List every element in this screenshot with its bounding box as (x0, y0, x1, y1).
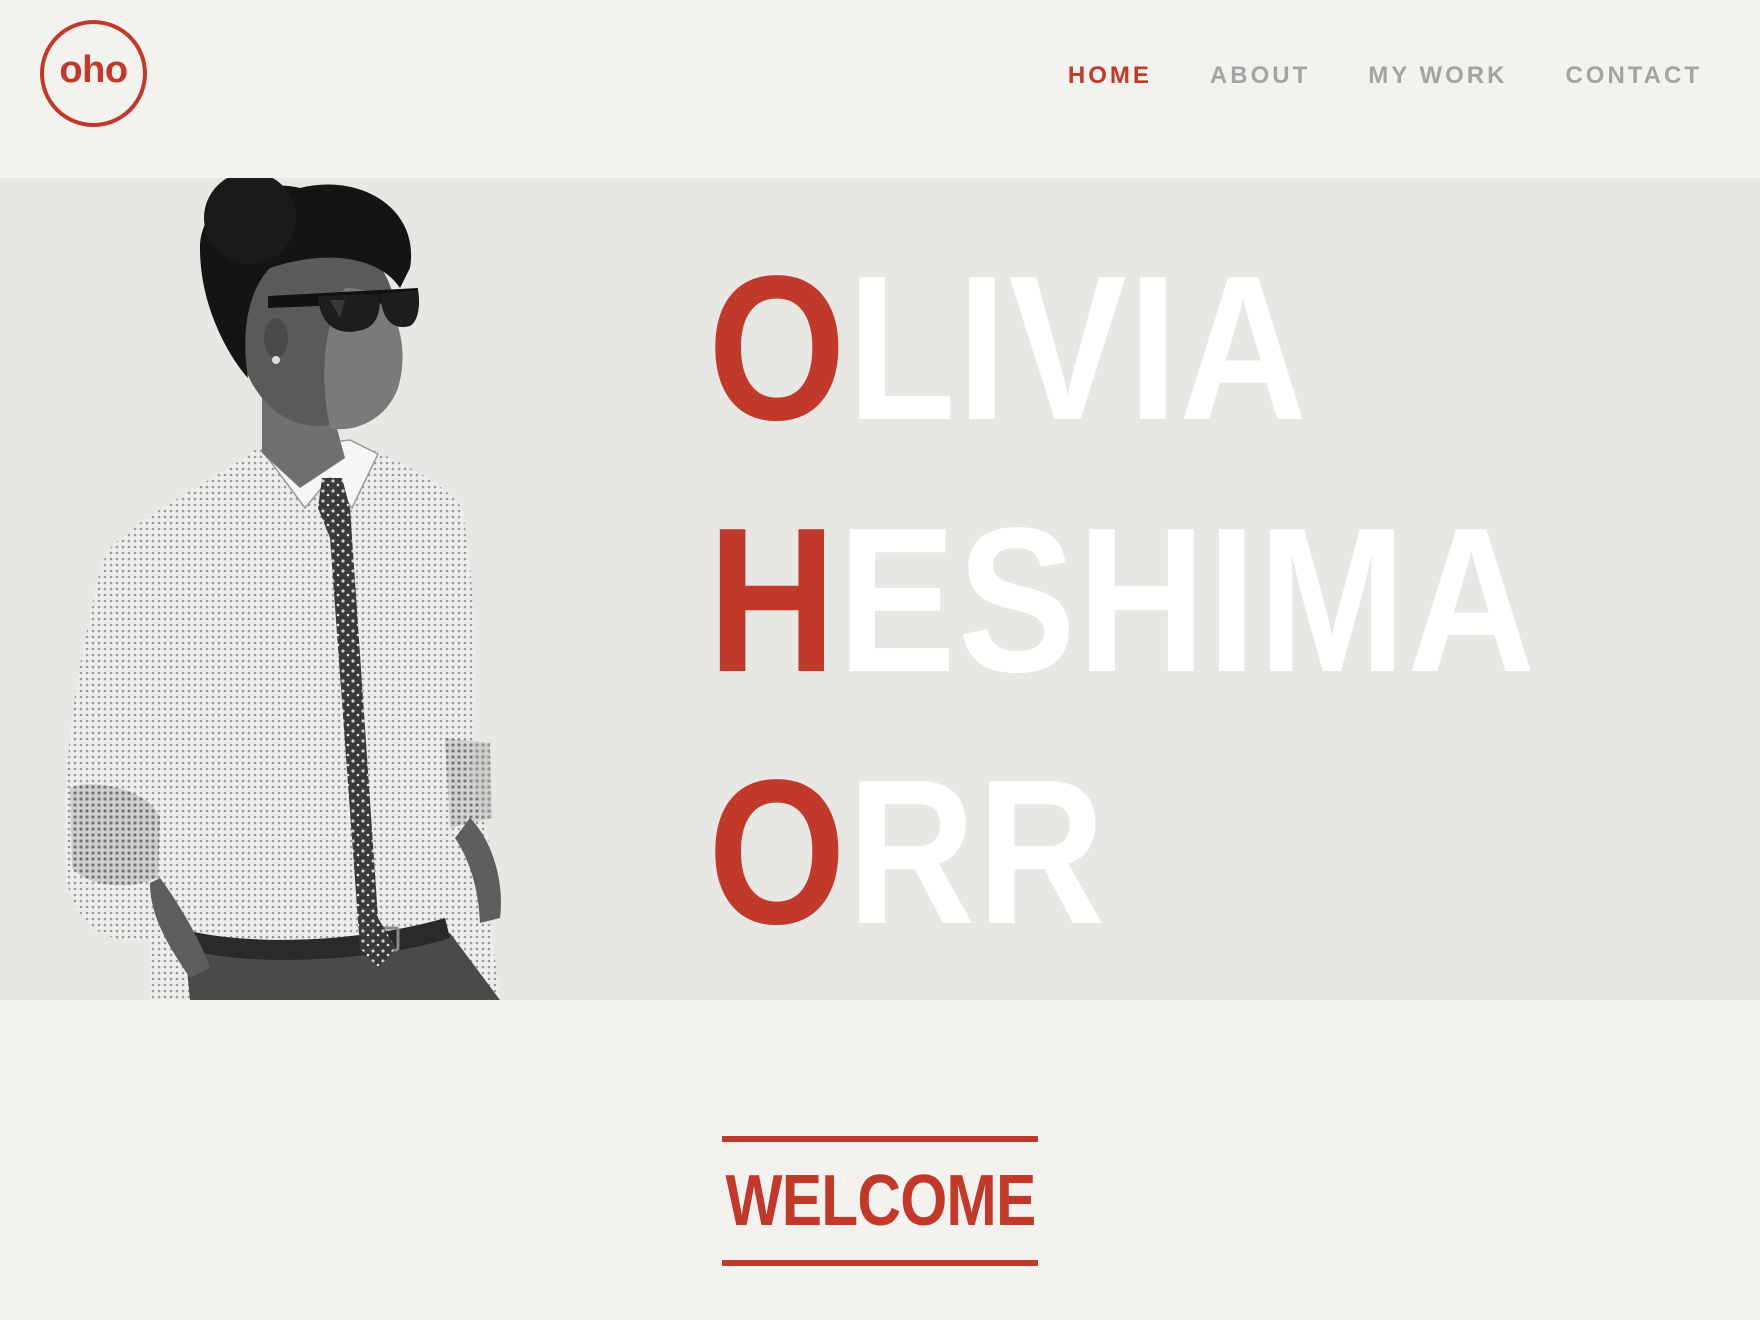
site-header: oho HOME ABOUT MY WORK CONTACT (0, 0, 1760, 178)
name-rest: LIVIA (847, 233, 1309, 463)
main-nav: HOME ABOUT MY WORK CONTACT (1010, 62, 1702, 90)
name-initial: O (708, 233, 848, 463)
logo[interactable]: oho (40, 20, 147, 127)
name-rest: ESHIMA (837, 485, 1537, 715)
name-initial: H (708, 485, 838, 715)
nav-contact[interactable]: CONTACT (1565, 62, 1702, 90)
name-line-middle: HESHIMA (708, 474, 1537, 726)
nav-home[interactable]: HOME (1068, 62, 1152, 90)
logo-text: oho (59, 49, 128, 91)
name-rest: RR (847, 737, 1107, 967)
name-line-first: OLIVIA (708, 222, 1537, 474)
hero-name: OLIVIA HESHIMA ORR (708, 222, 1537, 978)
portrait-image (65, 178, 501, 1000)
name-line-last: ORR (708, 726, 1537, 978)
hero-section: OLIVIA HESHIMA ORR (0, 178, 1760, 1000)
nav-my-work[interactable]: MY WORK (1368, 62, 1507, 90)
welcome-heading: WELCOME (725, 1161, 1036, 1241)
nav-about[interactable]: ABOUT (1210, 62, 1310, 90)
name-initial: O (708, 737, 848, 967)
welcome-heading-block: WELCOME (722, 1136, 1038, 1266)
